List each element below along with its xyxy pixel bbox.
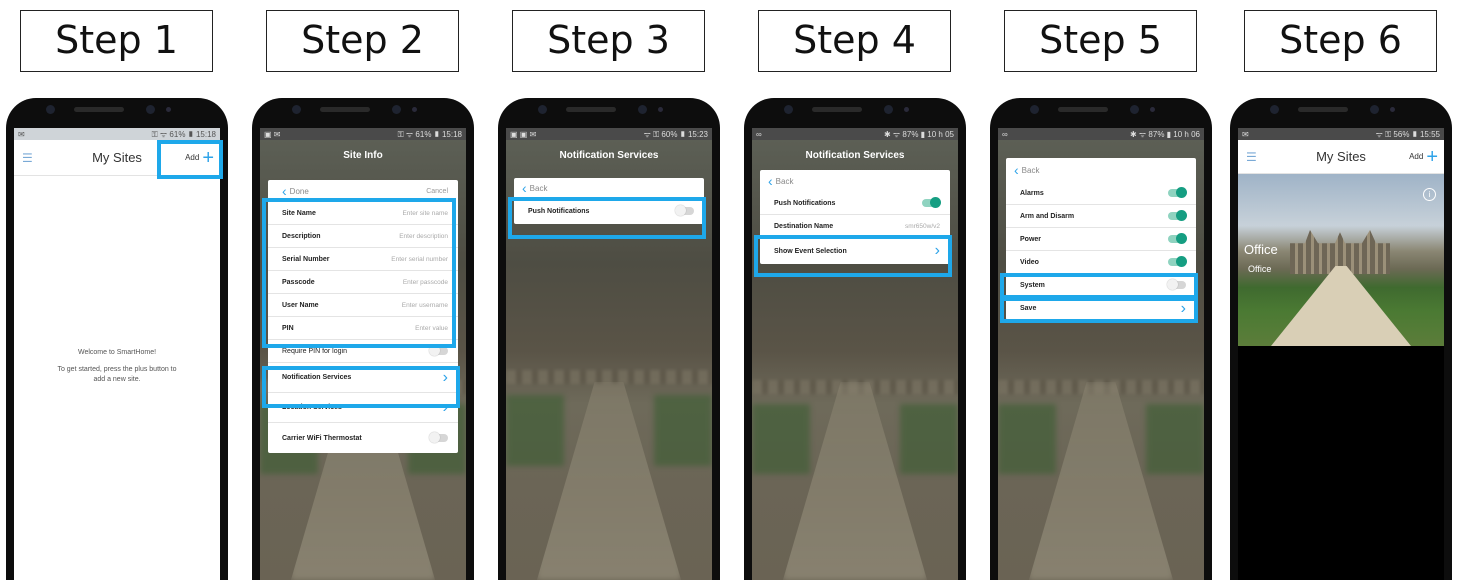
require-pin-toggle[interactable] xyxy=(429,345,448,356)
step-3-label: Step 3 xyxy=(512,10,705,72)
phone-step-4: ∞ ✱ ᯤ 87% ▮ 10 h 05 Notification Services… xyxy=(744,98,966,580)
push-notifications-row: Push Notifications xyxy=(760,192,950,215)
chevron-left-icon: ‹ xyxy=(282,183,287,199)
alarms-toggle[interactable] xyxy=(1168,187,1187,198)
phone-step-6: ✉ ᯤ ⚿ 56% ▮ 15:55 ☰ My Sites Add + i Offic… xyxy=(1230,98,1452,580)
highlight-site-fields xyxy=(262,198,456,348)
plus-icon: + xyxy=(1426,145,1438,168)
step-5-label: Step 5 xyxy=(1004,10,1197,72)
power-row: Power xyxy=(1006,228,1196,251)
highlight-system xyxy=(1000,273,1198,299)
welcome-text: Welcome to SmartHome! xyxy=(77,349,157,356)
step-1-column: Step 1 ✉ ⚿ ᯤ 61% ▮ 15:18 ☰ My Sites Add + … xyxy=(2,0,232,580)
highlight-notification-services xyxy=(262,366,460,408)
screen: ✉ ᯤ ⚿ 56% ▮ 15:55 ☰ My Sites Add + i Offic… xyxy=(1238,128,1444,580)
highlight-add-button xyxy=(157,140,223,179)
chevron-left-icon: ‹ xyxy=(768,173,773,189)
site-name: Office xyxy=(1244,242,1278,257)
step-4-label: Step 4 xyxy=(758,10,951,72)
carrier-wifi-row: Carrier WiFi Thermostat xyxy=(268,423,458,453)
page-title: My Sites xyxy=(92,150,142,165)
chevron-left-icon: ‹ xyxy=(522,180,527,196)
back-button[interactable]: ‹ Back xyxy=(760,170,950,192)
menu-icon[interactable]: ☰ xyxy=(1246,150,1257,164)
phone-step-5: ∞ ✱ ᯤ 87% ▮ 10 h 06 ‹ Back Alarms Arm and … xyxy=(990,98,1212,580)
highlight-save xyxy=(1000,297,1198,323)
status-bar: ∞ ✱ ᯤ 87% ▮ 10 h 05 xyxy=(752,128,958,140)
step-2-label: Step 2 xyxy=(266,10,459,72)
back-button[interactable]: ‹ Back xyxy=(514,178,704,198)
info-icon[interactable]: i xyxy=(1423,188,1436,201)
screen: ∞ ✱ ᯤ 87% ▮ 10 h 06 ‹ Back Alarms Arm and … xyxy=(998,128,1204,580)
status-bar: ∞ ✱ ᯤ 87% ▮ 10 h 06 xyxy=(998,128,1204,140)
hint-text: To get started, press the plus button to… xyxy=(57,366,177,383)
page-title: My Sites xyxy=(1316,149,1366,164)
screen: ▣ ✉ ⚿ ᯤ 61% ▮ 15:18 Site Info ‹ Done Cance… xyxy=(260,128,466,580)
cancel-button[interactable]: Cancel xyxy=(426,188,448,195)
video-toggle[interactable] xyxy=(1168,256,1187,267)
highlight-show-event-selection xyxy=(754,235,952,277)
arm-disarm-toggle[interactable] xyxy=(1168,210,1187,221)
phone-step-2: ▣ ✉ ⚿ ᯤ 61% ▮ 15:18 Site Info ‹ Done Cance… xyxy=(252,98,474,580)
back-button[interactable]: ‹ Back xyxy=(1006,158,1196,182)
step-3-column: Step 3 ▣ ▣ ✉ ᯤ ⚿ 60% ▮ 15:23 Notification… xyxy=(494,0,724,580)
page-title: Site Info xyxy=(343,149,383,161)
video-row: Video xyxy=(1006,251,1196,274)
screen: ▣ ▣ ✉ ᯤ ⚿ 60% ▮ 15:23 Notification Servic… xyxy=(506,128,712,580)
add-site-button[interactable]: Add + xyxy=(1409,147,1438,167)
power-toggle[interactable] xyxy=(1168,233,1187,244)
screen: ∞ ✱ ᯤ 87% ▮ 10 h 05 Notification Services… xyxy=(752,128,958,580)
step-6-column: Step 6 ✉ ᯤ ⚿ 56% ▮ 15:55 ☰ My Sites Add + … xyxy=(1226,0,1456,580)
step-6-label: Step 6 xyxy=(1244,10,1437,72)
page-title: Notification Services xyxy=(805,149,905,161)
site-subtitle: Office xyxy=(1248,264,1272,274)
menu-icon[interactable]: ☰ xyxy=(22,151,33,165)
status-bar: ▣ ✉ ⚿ ᯤ 61% ▮ 15:18 xyxy=(260,128,466,140)
screen: ✉ ⚿ ᯤ 61% ▮ 15:18 ☰ My Sites Add + Welcome… xyxy=(14,128,220,580)
empty-state: Welcome to SmartHome! To get started, pr… xyxy=(14,348,220,384)
arm-disarm-row: Arm and Disarm xyxy=(1006,205,1196,228)
chevron-left-icon: ‹ xyxy=(1014,162,1019,178)
status-bar: ▣ ▣ ✉ ᯤ ⚿ 60% ▮ 15:23 xyxy=(506,128,712,140)
page-title: Notification Services xyxy=(559,149,659,161)
status-bar: ✉ ⚿ ᯤ 61% ▮ 15:18 xyxy=(14,128,220,140)
phone-step-1: ✉ ⚿ ᯤ 61% ▮ 15:18 ☰ My Sites Add + Welcome… xyxy=(6,98,228,580)
app-header: ☰ My Sites Add + xyxy=(1238,140,1444,174)
site-card-office[interactable]: i Office Office xyxy=(1238,174,1444,346)
highlight-push-notifications xyxy=(508,197,706,239)
step-2-column: Step 2 ▣ ✉ ⚿ ᯤ 61% ▮ 15:18 Site Info ‹ Don… xyxy=(248,0,478,580)
alarms-row: Alarms xyxy=(1006,182,1196,205)
step-5-column: Step 5 ∞ ✱ ᯤ 87% ▮ 10 h 06 ‹ Back Alarms A… xyxy=(986,0,1216,580)
step-1-label: Step 1 xyxy=(20,10,213,72)
phone-step-3: ▣ ▣ ✉ ᯤ ⚿ 60% ▮ 15:23 Notification Servic… xyxy=(498,98,720,580)
carrier-wifi-toggle[interactable] xyxy=(429,432,448,443)
status-bar: ✉ ᯤ ⚿ 56% ▮ 15:55 xyxy=(1238,128,1444,140)
step-4-column: Step 4 ∞ ✱ ᯤ 87% ▮ 10 h 05 Notification S… xyxy=(740,0,970,580)
push-notifications-toggle[interactable] xyxy=(922,197,941,208)
